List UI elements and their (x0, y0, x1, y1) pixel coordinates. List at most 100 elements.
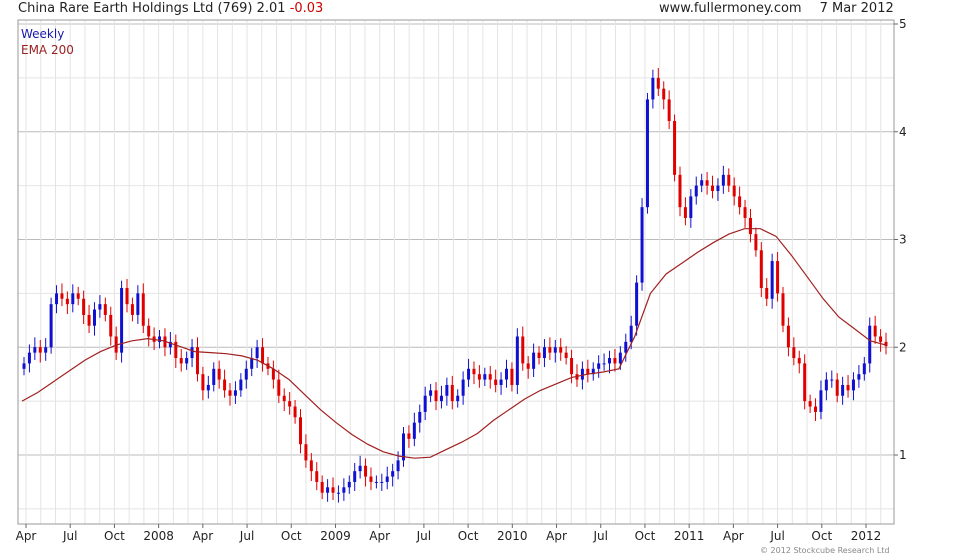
candle-body (515, 336, 519, 385)
candle-body (792, 347, 796, 359)
y-tick-label: 1 (899, 448, 907, 462)
candle-body (92, 309, 96, 326)
x-tick-label: 2011 (674, 529, 705, 543)
candle-body (629, 325, 633, 342)
candle-body (857, 374, 861, 380)
candle-body (532, 352, 536, 369)
candle-body (765, 287, 769, 299)
candle-body (873, 325, 877, 337)
candle-body (141, 293, 145, 326)
candle-body (608, 358, 612, 364)
y-tick-label: 2 (899, 340, 907, 354)
x-tick-label: Jul (416, 529, 431, 543)
ema-200-line (21, 228, 887, 459)
candle-body (570, 358, 574, 375)
candle-body (223, 379, 227, 391)
candle-body (678, 174, 682, 208)
candle-body (206, 384, 210, 391)
candle-body (477, 374, 481, 380)
candle-body (98, 304, 102, 310)
candle-body (179, 358, 183, 364)
candle-body (879, 336, 883, 342)
x-tick-label: Jul (769, 529, 784, 543)
candle-body (185, 358, 189, 364)
candle-body (103, 304, 107, 315)
candle-body (456, 395, 460, 402)
candle-body (548, 347, 552, 353)
candle-body (803, 363, 807, 402)
y-tick-label: 5 (899, 17, 907, 31)
candle-body (580, 368, 584, 380)
candle-body (559, 347, 563, 353)
candle-body (645, 99, 649, 208)
candle-body (738, 196, 742, 208)
x-tick-label: Oct (458, 529, 479, 543)
candle-body (797, 358, 801, 364)
candle-body (613, 358, 617, 364)
x-tick-label: Apr (192, 529, 213, 543)
candle-body (125, 287, 129, 305)
candle-body (429, 390, 433, 396)
candle-body (407, 433, 411, 439)
candle-body (315, 471, 319, 482)
candle-body (434, 390, 438, 402)
candle-body (44, 347, 48, 353)
x-tick-label: Oct (635, 529, 656, 543)
candle-body (721, 174, 725, 186)
candle-body (526, 363, 530, 369)
candle-body (667, 99, 671, 121)
candle-body (239, 379, 243, 391)
candle-body (369, 476, 373, 482)
x-tick-label: 2009 (320, 529, 351, 543)
candle-body (228, 390, 232, 396)
candle-body (651, 77, 655, 100)
candle-body (82, 298, 86, 315)
candle-body (781, 293, 785, 326)
candle-body (483, 374, 487, 380)
candle-body (250, 358, 254, 369)
legend-ema: EMA 200 (21, 43, 74, 57)
candle-body (564, 352, 568, 359)
x-tick-label: Apr (723, 529, 744, 543)
x-tick-label: Oct (104, 529, 125, 543)
candle-body (868, 325, 872, 364)
candle-body (743, 207, 747, 218)
candle-body (683, 207, 687, 218)
candle-body (597, 363, 601, 369)
candle-body (364, 465, 368, 477)
candle-body (862, 363, 866, 375)
candle-body (732, 185, 736, 197)
candle-body (553, 347, 557, 353)
candle-body (586, 368, 590, 375)
x-tick-label: Jul (239, 529, 254, 543)
candle-body (212, 368, 216, 385)
candle-body (27, 352, 31, 364)
candle-body (656, 77, 660, 89)
candle-body (770, 261, 774, 299)
candle-body (711, 185, 715, 192)
candle-body (499, 379, 503, 385)
candle-body (423, 395, 427, 412)
x-tick-label: Oct (281, 529, 302, 543)
candle-body (689, 196, 693, 218)
candle-body (618, 352, 622, 364)
candle-body (60, 293, 64, 299)
candle-body (835, 379, 839, 396)
candle-body (201, 374, 205, 391)
candle-body (412, 422, 416, 439)
candle-body (461, 379, 465, 396)
candle-body (55, 293, 59, 305)
candle-body (445, 384, 449, 396)
candle-body (336, 492, 340, 494)
candle-body (472, 368, 476, 375)
candle-body (261, 347, 265, 364)
candle-body (640, 207, 644, 283)
candle-body (326, 487, 330, 493)
candle-body (288, 401, 292, 407)
candle-body (624, 341, 628, 353)
candle-body (320, 481, 324, 493)
candle-body (537, 352, 541, 359)
candle-body (786, 325, 790, 348)
candle-body (353, 471, 357, 482)
candle-body (71, 293, 75, 305)
